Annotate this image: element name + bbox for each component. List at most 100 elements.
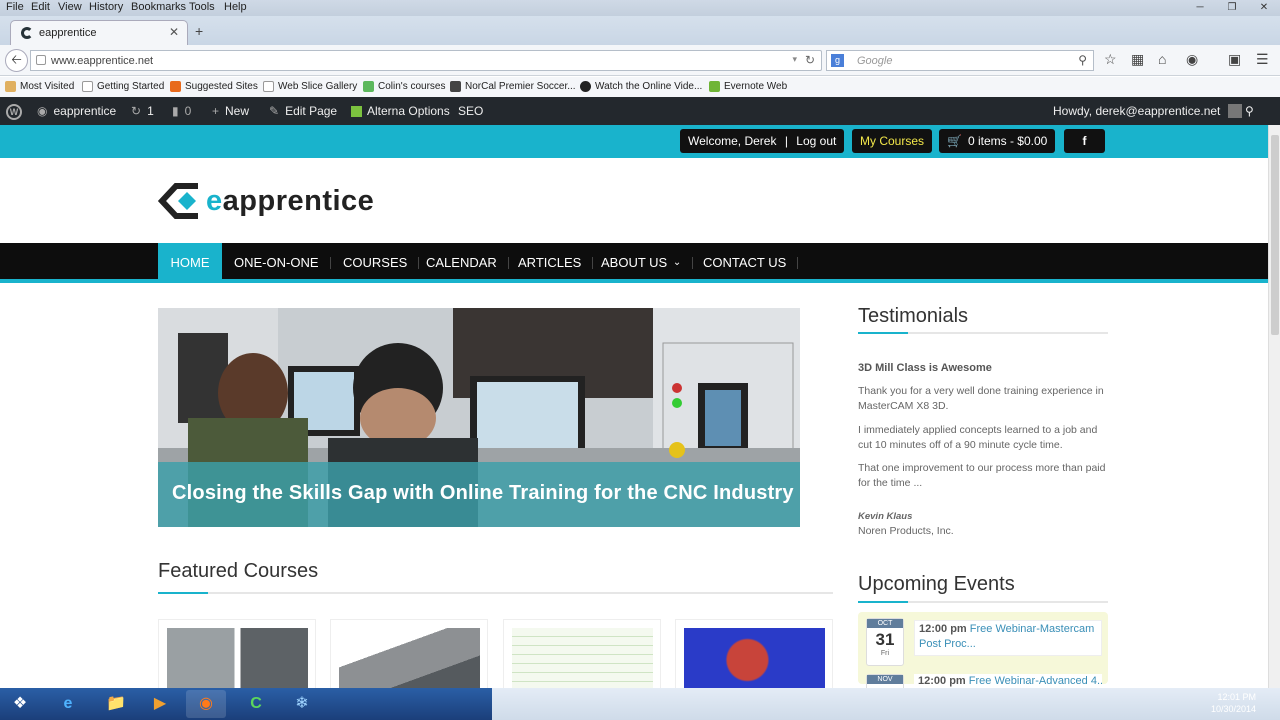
hamburger-menu-icon[interactable]: ☰ bbox=[1256, 51, 1269, 68]
nav-courses[interactable]: COURSES bbox=[343, 243, 420, 283]
menu-view[interactable]: View bbox=[58, 1, 82, 13]
testimonial-paragraph-3: That one improvement to our process more… bbox=[858, 462, 1106, 489]
nav-about-us[interactable]: ABOUT US ⌄ bbox=[601, 243, 694, 283]
camtasia-icon[interactable]: C bbox=[236, 690, 276, 718]
course-thumbnail bbox=[512, 628, 653, 688]
bookmark-star-icon[interactable]: ☆ bbox=[1104, 51, 1117, 68]
bookmark-web-slice-gallery[interactable]: Web Slice Gallery bbox=[263, 81, 357, 92]
address-bar[interactable]: www.eapprentice.net ▾ ↻ bbox=[30, 50, 822, 71]
system-clock[interactable]: 12:01 PM 10/30/2014 bbox=[1211, 691, 1256, 715]
event-list: OCT 31 Fri 12:00 pm Free Webinar-Masterc… bbox=[858, 612, 1108, 688]
cart-icon: 🛒 bbox=[947, 134, 962, 148]
firefox-icon[interactable]: ◉ bbox=[186, 690, 226, 718]
nav-calendar[interactable]: CALENDAR bbox=[426, 243, 509, 283]
scrollbar-thumb[interactable] bbox=[1271, 135, 1279, 335]
testimonial-company: Noren Products, Inc. bbox=[858, 525, 954, 537]
wp-new[interactable]: + New bbox=[212, 104, 249, 118]
search-placeholder: Google bbox=[857, 55, 893, 67]
restore-window-icon[interactable]: ❐ bbox=[1216, 0, 1248, 16]
wp-search-icon[interactable]: ⚲ bbox=[1245, 104, 1254, 118]
bookmarks-menu-icon[interactable]: ▦ bbox=[1131, 51, 1144, 68]
reload-icon[interactable]: ↻ bbox=[805, 53, 815, 67]
chevron-down-icon: ⌄ bbox=[672, 257, 682, 268]
nav-home[interactable]: HOME bbox=[158, 243, 222, 283]
nav-one-on-one[interactable]: ONE-ON-ONE bbox=[234, 243, 330, 283]
wp-updates[interactable]: ↻ 1 bbox=[131, 104, 154, 118]
course-card[interactable] bbox=[330, 619, 488, 688]
bookmark-suggested-sites[interactable]: Suggested Sites bbox=[170, 81, 258, 92]
website-page: Welcome, Derek | Log out My Courses 🛒 0 i… bbox=[0, 125, 1268, 688]
wordpress-logo-icon[interactable]: W bbox=[6, 104, 22, 120]
site-logo[interactable]: eapprentice bbox=[157, 180, 375, 222]
vertical-scrollbar[interactable] bbox=[1268, 125, 1280, 688]
nav-articles[interactable]: ARTICLES bbox=[518, 243, 594, 283]
search-box[interactable]: g Google ⚲ bbox=[826, 50, 1094, 71]
bookmark-evernote-web[interactable]: Evernote Web bbox=[709, 81, 787, 92]
menu-edit[interactable]: Edit bbox=[31, 1, 50, 13]
wp-site-name[interactable]: ◉ eapprentice bbox=[37, 104, 116, 118]
url-dropdown-icon[interactable]: ▾ bbox=[792, 54, 797, 65]
internet-explorer-icon[interactable]: e bbox=[48, 690, 88, 718]
taskbar-tray-area: 12:01 PM 10/30/2014 bbox=[492, 688, 1280, 720]
event-time: 12:00 pm bbox=[919, 623, 967, 635]
hero-slider-image[interactable]: Closing the Skills Gap with Online Train… bbox=[158, 308, 800, 527]
google-icon[interactable]: g bbox=[831, 54, 844, 67]
wp-seo[interactable]: SEO bbox=[458, 104, 483, 118]
logout-link[interactable]: Log out bbox=[796, 134, 836, 148]
course-thumbnail bbox=[339, 628, 480, 688]
home-icon[interactable]: ⌂ bbox=[1158, 51, 1166, 67]
site-favicon-icon bbox=[21, 27, 33, 39]
sidebar-icon[interactable]: ▣ bbox=[1228, 51, 1241, 68]
testimonial-headline: 3D Mill Class is Awesome bbox=[858, 362, 992, 374]
menu-bookmarks[interactable]: Bookmarks bbox=[131, 1, 186, 13]
menu-file[interactable]: File bbox=[6, 1, 24, 13]
media-player-icon[interactable]: ▶ bbox=[140, 690, 180, 718]
back-arrow-icon: 🡠 bbox=[11, 52, 22, 67]
upcoming-events-title: Upcoming Events bbox=[858, 573, 1015, 595]
logo-text: eapprentice bbox=[206, 184, 375, 217]
windows-start-icon[interactable]: ❖ bbox=[0, 690, 40, 718]
tab-strip: eapprentice ✕ + bbox=[0, 16, 1280, 45]
testimonial-paragraph-1: Thank you for a very well done training … bbox=[858, 385, 1104, 412]
close-window-icon[interactable]: ✕ bbox=[1248, 0, 1280, 16]
event-link[interactable]: Free Webinar-Advanced 4... bbox=[969, 675, 1102, 687]
bookmarks-toolbar: Most Visited Getting Started Suggested S… bbox=[0, 77, 1280, 97]
file-explorer-icon[interactable]: 📁 bbox=[96, 690, 136, 718]
wp-howdy[interactable]: Howdy, derek@eapprentice.net bbox=[1053, 104, 1243, 118]
addon-icon[interactable]: ◉ bbox=[1186, 51, 1198, 68]
menu-help[interactable]: Help bbox=[224, 1, 247, 13]
close-tab-icon[interactable]: ✕ bbox=[169, 25, 179, 39]
new-tab-icon[interactable]: + bbox=[195, 23, 203, 39]
cart-button[interactable]: 🛒 0 items - $0.00 bbox=[939, 129, 1056, 153]
menu-tools[interactable]: Tools bbox=[189, 1, 215, 13]
bookmark-watch-online-video[interactable]: Watch the Online Vide... bbox=[580, 81, 702, 92]
back-button[interactable]: 🡠 bbox=[5, 49, 28, 72]
event-item[interactable]: 12:00 pm Free Webinar-Advanced 4... bbox=[914, 674, 1102, 688]
my-courses-button[interactable]: My Courses bbox=[852, 129, 933, 153]
page-icon bbox=[82, 81, 93, 92]
nav-contact-us[interactable]: CONTACT US bbox=[703, 243, 799, 283]
event-item[interactable]: 12:00 pm Free Webinar-Mastercam Post Pro… bbox=[914, 620, 1102, 656]
bookmark-getting-started[interactable]: Getting Started bbox=[82, 81, 164, 92]
bookmark-norcal-soccer[interactable]: NorCal Premier Soccer... bbox=[450, 81, 576, 92]
menu-history[interactable]: History bbox=[89, 1, 123, 13]
course-card[interactable] bbox=[503, 619, 661, 688]
browser-tab[interactable]: eapprentice ✕ bbox=[10, 20, 188, 45]
events-divider bbox=[858, 601, 1108, 603]
facebook-icon[interactable]: f bbox=[1064, 129, 1105, 153]
minimize-window-icon[interactable]: ─ bbox=[1184, 0, 1216, 16]
wp-edit-page[interactable]: ✎ Edit Page bbox=[269, 104, 337, 118]
evernote-icon bbox=[709, 81, 720, 92]
course-card[interactable] bbox=[158, 619, 316, 688]
wp-comments[interactable]: ▮ 0 bbox=[172, 104, 191, 118]
user-avatar-icon bbox=[1228, 104, 1243, 118]
plus-icon: + bbox=[212, 104, 220, 118]
bookmark-colins-courses[interactable]: Colin's courses bbox=[363, 81, 446, 92]
wp-alterna-options[interactable]: Alterna Options bbox=[351, 104, 450, 118]
course-card[interactable] bbox=[675, 619, 833, 688]
snowflake-app-icon[interactable]: ❄ bbox=[282, 690, 322, 718]
top-strip: Welcome, Derek | Log out My Courses 🛒 0 i… bbox=[0, 125, 1268, 158]
bookmark-most-visited[interactable]: Most Visited bbox=[5, 81, 74, 92]
course-thumbnail bbox=[167, 628, 308, 688]
search-icon[interactable]: ⚲ bbox=[1078, 53, 1087, 67]
